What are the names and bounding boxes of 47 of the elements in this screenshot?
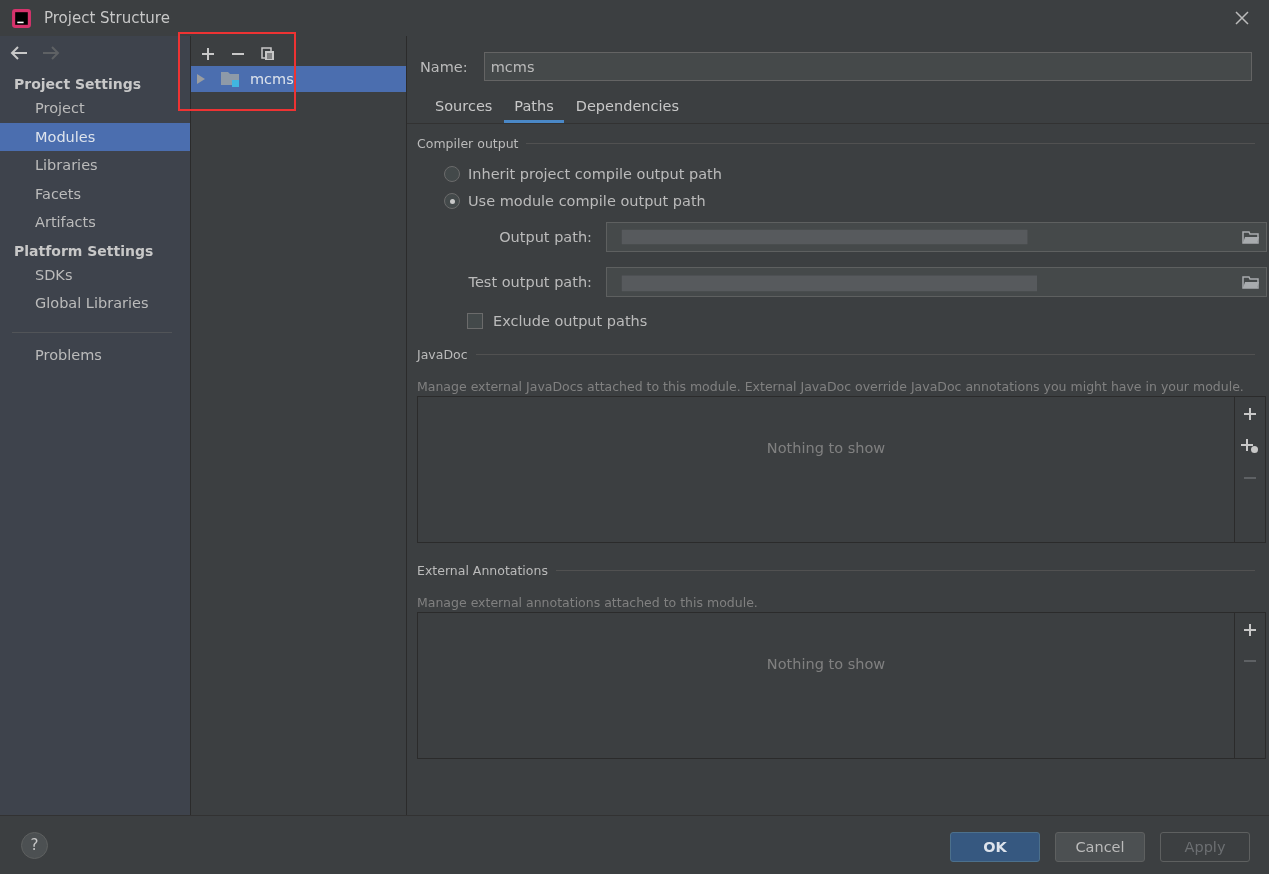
section-title: JavaDoc bbox=[417, 347, 468, 362]
sidebar-item[interactable]: SDKs bbox=[0, 260, 190, 289]
sidebar-item[interactable]: Project bbox=[0, 94, 190, 123]
window-title: Project Structure bbox=[44, 9, 170, 27]
tab[interactable]: Dependencies bbox=[565, 94, 689, 123]
section-title: External Annotations bbox=[417, 563, 548, 578]
radio-label[interactable]: Use module compile output path bbox=[468, 193, 706, 209]
section-title: Compiler output bbox=[417, 136, 519, 151]
back-arrow-icon[interactable] bbox=[10, 46, 28, 60]
tree-item[interactable]: mcms bbox=[191, 66, 406, 92]
add-icon[interactable] bbox=[201, 47, 215, 61]
radio-label[interactable]: Inherit project compile output path bbox=[468, 166, 722, 182]
copy-icon[interactable] bbox=[261, 47, 275, 61]
path-field[interactable] bbox=[606, 267, 1267, 297]
add-icon[interactable] bbox=[1243, 407, 1257, 421]
radio-button[interactable] bbox=[444, 193, 460, 209]
sidebar-item[interactable]: Facets bbox=[0, 179, 190, 208]
folder-icon[interactable] bbox=[1242, 275, 1260, 289]
sidebar-heading: Platform Settings bbox=[13, 241, 155, 261]
add-icon[interactable] bbox=[1243, 623, 1257, 637]
sidebar-item[interactable]: Modules bbox=[0, 122, 190, 151]
name-label: Name: bbox=[420, 58, 468, 75]
path-label: Test output path: bbox=[467, 274, 593, 290]
name-field[interactable]: mcms bbox=[483, 52, 1252, 81]
empty-text: Nothing to show bbox=[766, 655, 886, 672]
sidebar-item[interactable]: Libraries bbox=[0, 151, 190, 180]
sidebar-item[interactable]: Global Libraries bbox=[0, 289, 190, 318]
sidebar-item[interactable]: Artifacts bbox=[0, 208, 190, 237]
add-globe-icon[interactable] bbox=[1241, 438, 1259, 454]
checkbox[interactable] bbox=[467, 313, 483, 329]
radio-button[interactable] bbox=[444, 166, 460, 182]
empty-text: Nothing to show bbox=[766, 439, 886, 456]
dialog-button[interactable]: Cancel bbox=[1055, 832, 1145, 862]
folder-icon[interactable] bbox=[1242, 230, 1260, 244]
sidebar-heading: Project Settings bbox=[13, 75, 143, 94]
path-field[interactable] bbox=[606, 222, 1267, 252]
dialog-button[interactable]: OK bbox=[950, 832, 1040, 862]
tab[interactable]: Sources bbox=[425, 94, 503, 123]
module-folder-icon bbox=[220, 70, 240, 88]
section-description: Manage external annotations attached to this module. bbox=[417, 595, 759, 610]
help-button[interactable]: ? bbox=[21, 831, 48, 859]
checkbox-label[interactable]: Exclude output paths bbox=[493, 313, 648, 329]
close-icon[interactable] bbox=[1235, 11, 1249, 25]
app-logo-icon bbox=[11, 7, 32, 29]
section-description: Manage external JavaDocs attached to this module. External JavaDoc override JavaDoc annotations you might have in your module. bbox=[417, 379, 1245, 394]
path-label: Output path: bbox=[498, 229, 593, 245]
sidebar-item[interactable]: Problems bbox=[0, 340, 190, 369]
